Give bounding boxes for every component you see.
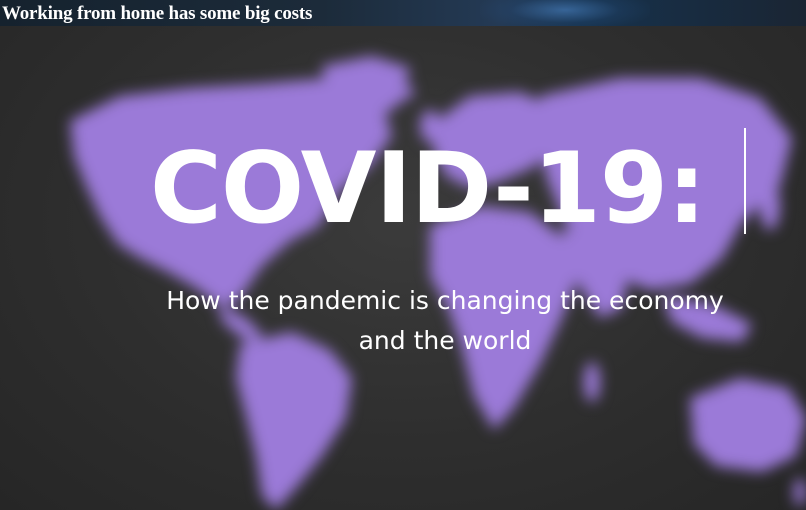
page: Working from home has some big costs COV…: [0, 0, 806, 510]
hero-subtitle-line-2: and the world: [358, 326, 532, 355]
hero-subtitle: How the pandemic is changing the economy…: [120, 281, 770, 361]
map-japan: [760, 182, 780, 230]
world-map-icon: [70, 56, 806, 510]
article-headline[interactable]: Working from home has some big costs: [2, 3, 312, 25]
map-new-zealand: [794, 478, 806, 506]
article-header[interactable]: Working from home has some big costs: [0, 0, 806, 26]
hero-subtitle-line-1: How the pandemic is changing the economy: [166, 286, 724, 315]
map-australia: [690, 378, 806, 472]
text-cursor: [744, 128, 746, 234]
hero-title: COVID-19:: [150, 132, 706, 246]
header-image-glow: [480, 0, 650, 26]
map-madagascar: [584, 362, 600, 402]
hero-banner: COVID-19: How the pandemic is changing t…: [0, 26, 806, 510]
map-iceland: [386, 84, 414, 100]
